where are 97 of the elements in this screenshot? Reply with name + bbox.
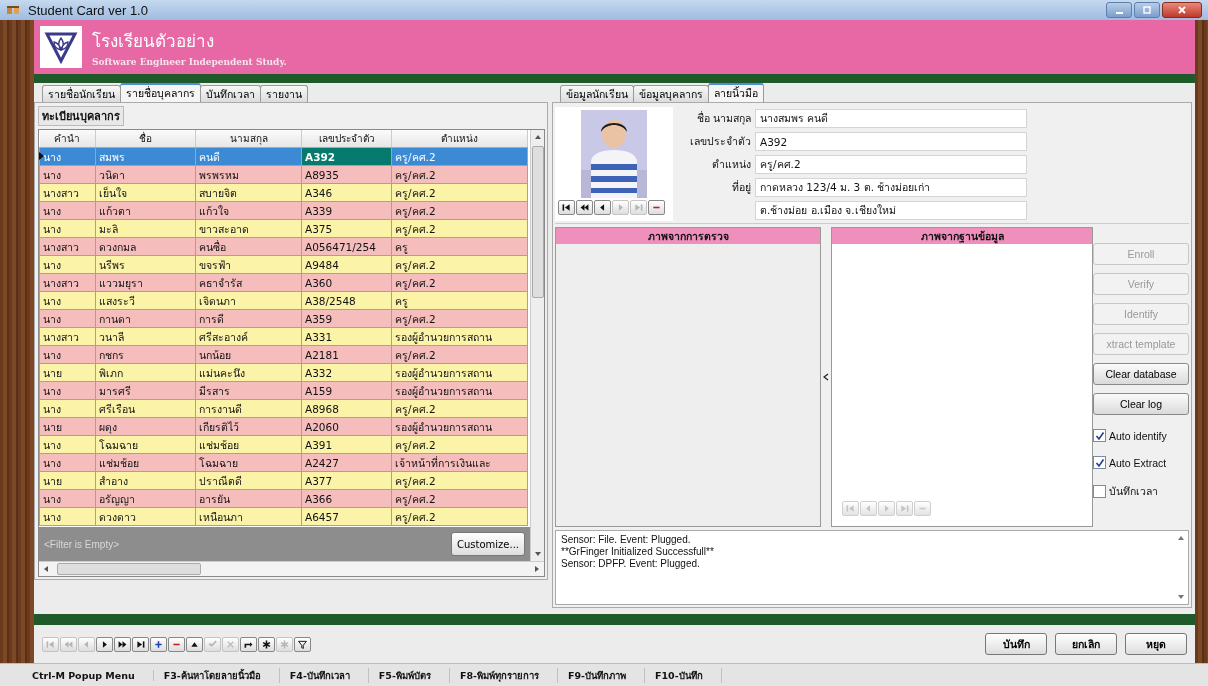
column-header[interactable]: คำนำ bbox=[39, 130, 96, 148]
panel-header: ภาพจากฐานข้อมูล bbox=[832, 228, 1092, 244]
panel-header: ภาพจากการตรวจ bbox=[556, 228, 820, 244]
status-item: F10-บันทึก bbox=[645, 667, 722, 683]
maximize-button[interactable] bbox=[1134, 2, 1160, 18]
minimize-icon bbox=[1115, 12, 1123, 14]
scroll-up-icon bbox=[533, 134, 542, 140]
scroll-up-icon bbox=[1177, 535, 1185, 541]
status-item: F4-บันทึกเวลา bbox=[279, 667, 369, 683]
action-button[interactable]: หยุด bbox=[1125, 633, 1187, 655]
close-button[interactable] bbox=[1162, 2, 1202, 18]
checkbox[interactable] bbox=[1093, 429, 1106, 442]
refresh-button[interactable] bbox=[240, 636, 257, 652]
text-field[interactable]: นางสมพร คนดี bbox=[755, 109, 1027, 128]
delete-record-button[interactable] bbox=[648, 200, 665, 215]
checkbox[interactable] bbox=[1093, 485, 1106, 498]
tab[interactable]: รายงาน bbox=[260, 85, 308, 102]
set-bookmark-icon bbox=[261, 638, 272, 650]
maximize-icon bbox=[1142, 5, 1152, 15]
action-button[interactable]: บันทึก bbox=[985, 633, 1047, 655]
customize-button[interactable]: Customize... bbox=[450, 532, 525, 556]
previous-record-button[interactable] bbox=[594, 200, 611, 215]
status-item: Ctrl-M Popup Menu bbox=[22, 669, 154, 681]
status-item: F9-บันทึกภาพ bbox=[557, 667, 645, 683]
column-header[interactable]: ตำแหน่ง bbox=[391, 130, 528, 148]
action-button[interactable]: Clear database bbox=[1093, 363, 1189, 385]
action-button[interactable]: Clear log bbox=[1093, 393, 1189, 415]
field-label: ตำแหน่ง bbox=[711, 157, 751, 172]
selected-row[interactable]: นาง สมพร คนดี A392 ครู/คศ.2 bbox=[39, 147, 528, 166]
tab[interactable]: ข้อมูลบุคลากร bbox=[633, 85, 709, 102]
last-record-icon bbox=[633, 202, 644, 213]
row-indicator-icon bbox=[39, 152, 44, 160]
column-header[interactable]: เลขประจำตัว bbox=[301, 130, 392, 148]
status-item: F5-พิมพ์บัตร bbox=[368, 667, 450, 683]
set-bookmark-button[interactable] bbox=[258, 636, 275, 652]
tab[interactable]: บันทึกเวลา bbox=[200, 85, 261, 102]
app-icon bbox=[6, 4, 20, 16]
checkbox-label: Auto Extract bbox=[1109, 456, 1167, 469]
prior-page-button[interactable] bbox=[576, 200, 593, 215]
log-line: Sensor: File. Event: Plugged. bbox=[561, 534, 692, 546]
last-record-icon bbox=[135, 638, 146, 650]
log-line: **GrFinger Initialized Successfull** bbox=[561, 546, 715, 558]
last-record-button[interactable] bbox=[132, 636, 149, 652]
checkmark-icon bbox=[1094, 430, 1105, 441]
text-field[interactable]: กาดหลวง 123/4 ม. 3 ต. ช้างม่อยเก่า bbox=[755, 178, 1027, 197]
insert-record-button[interactable] bbox=[150, 636, 167, 652]
vertical-scrollbar[interactable] bbox=[530, 130, 544, 561]
prior-page-icon bbox=[63, 638, 74, 650]
checkmark-icon bbox=[1094, 457, 1105, 468]
log-line: Sensor: DPFP. Event: Plugged. bbox=[561, 558, 701, 570]
status-item: F3-ค้นหาโดยลายนิ้วมือ bbox=[153, 667, 280, 683]
scroll-right-icon bbox=[534, 565, 540, 573]
filter-button[interactable] bbox=[294, 636, 311, 652]
panel-title: ทะเบียนบุคลากร bbox=[38, 106, 124, 126]
field-label: ชื่อ นามสกุล bbox=[695, 110, 751, 127]
checkbox-label: Auto identify bbox=[1109, 429, 1167, 442]
scroll-down-icon bbox=[533, 551, 542, 557]
window-title: Student Card ver 1.0 bbox=[28, 2, 148, 18]
first-record-icon bbox=[561, 202, 572, 213]
minimize-button[interactable] bbox=[1106, 2, 1132, 18]
checkbox-label: บันทึกเวลา bbox=[1109, 484, 1158, 499]
post-record-icon bbox=[207, 638, 218, 650]
last-record-icon bbox=[899, 503, 910, 514]
prior-page-icon bbox=[579, 202, 590, 213]
scroll-down-icon bbox=[1177, 594, 1185, 600]
tab[interactable]: รายชื่อนักเรียน bbox=[42, 85, 121, 102]
edit-record-button[interactable] bbox=[186, 636, 203, 652]
collapse-icon bbox=[823, 373, 829, 381]
status-item: F8-พิมพ์ทุกรายการ bbox=[449, 667, 558, 683]
header-subtitle: Software Engineer Independent Study. bbox=[92, 57, 287, 67]
tab[interactable]: ข้อมูลนักเรียน bbox=[560, 85, 634, 102]
action-button[interactable]: ยกเลิก bbox=[1055, 633, 1117, 655]
scroll-thumb[interactable] bbox=[57, 563, 201, 575]
text-field[interactable]: A392 bbox=[755, 132, 1027, 151]
filter-icon bbox=[297, 638, 308, 650]
checkbox[interactable] bbox=[1093, 456, 1106, 469]
filter-status: <Filter is Empty> bbox=[44, 538, 120, 550]
next-record-button[interactable] bbox=[96, 636, 113, 652]
first-record-icon bbox=[845, 503, 856, 514]
column-header[interactable]: ชื่อ bbox=[95, 130, 196, 148]
text-field[interactable]: ครู/คศ.2 bbox=[755, 155, 1027, 174]
tab[interactable]: ลายนิ้วมือ bbox=[708, 83, 764, 102]
insert-record-icon bbox=[153, 638, 164, 650]
field-label: เลขประจำตัว bbox=[689, 134, 751, 149]
goto-bookmark-icon bbox=[279, 638, 290, 650]
close-icon bbox=[1177, 5, 1187, 15]
first-record-icon bbox=[45, 638, 56, 650]
column-header[interactable]: นามสกุล bbox=[195, 130, 302, 148]
horizontal-scrollbar[interactable] bbox=[39, 561, 544, 576]
text-field[interactable]: ต.ช้างม่อย อ.เมือง จ.เชียงใหม่ bbox=[755, 201, 1027, 220]
scroll-left-icon bbox=[43, 565, 49, 573]
school-name: โรงเรียนตัวอย่าง bbox=[92, 30, 215, 53]
first-record-button[interactable] bbox=[558, 200, 575, 215]
tab[interactable]: รายชื่อบุคลากร bbox=[120, 83, 201, 102]
scroll-thumb[interactable] bbox=[531, 146, 544, 298]
field-label: ที่อยู่ bbox=[731, 179, 751, 196]
next-page-button[interactable] bbox=[114, 636, 131, 652]
